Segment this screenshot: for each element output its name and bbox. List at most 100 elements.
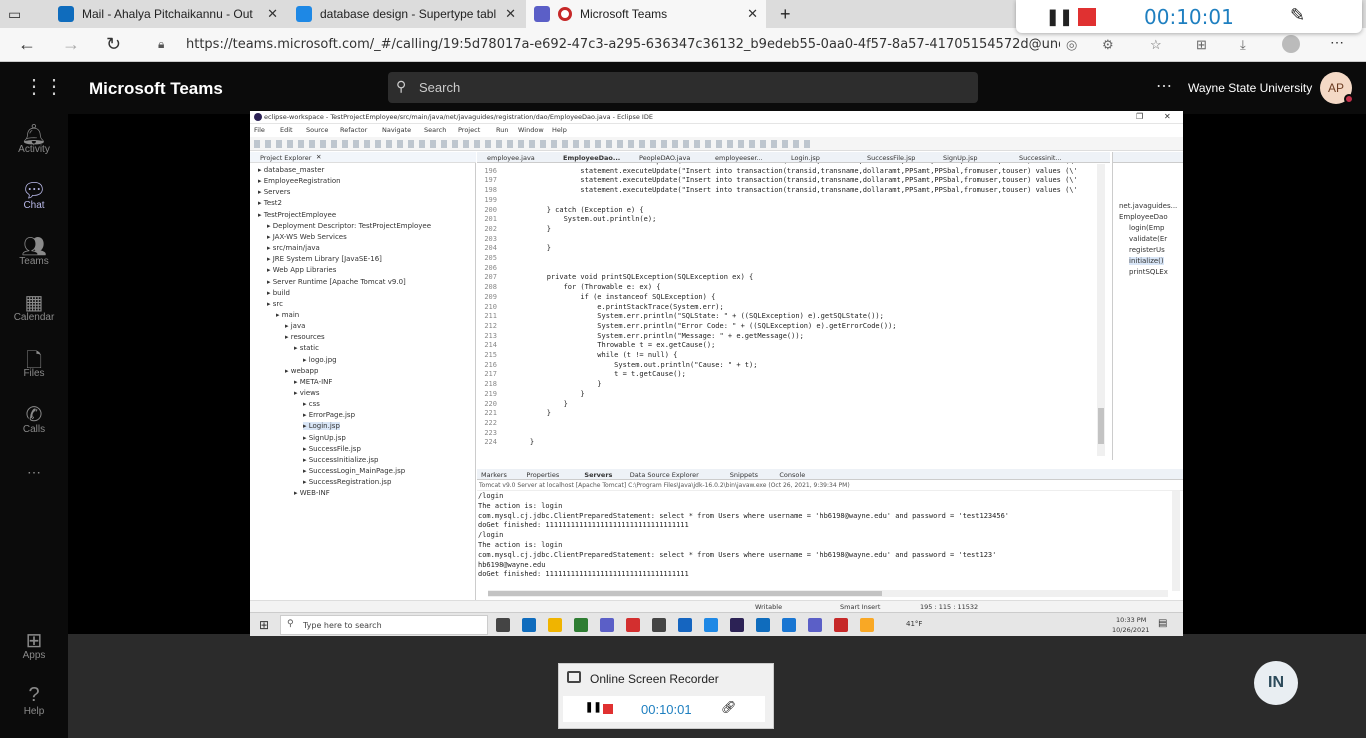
tree-item[interactable]: ▸ Server Runtime [Apache Tomcat v9.0] — [267, 278, 406, 286]
bottom-tab[interactable]: Properties — [526, 471, 559, 481]
menu-item[interactable]: Help — [552, 126, 567, 134]
menu-item[interactable]: Search — [424, 126, 446, 134]
taskbar-app-icon[interactable] — [860, 618, 874, 632]
collections-icon[interactable]: ⊞ — [1196, 37, 1207, 53]
rail-item-teams[interactable]: 👥︎ Teams — [0, 234, 68, 267]
outline-item[interactable]: validate(Er — [1129, 235, 1167, 243]
download-icon[interactable]: ⤓ — [1240, 37, 1246, 53]
stop-icon[interactable] — [603, 704, 613, 714]
more-icon[interactable]: ⋯ — [1156, 76, 1172, 96]
pen-icon[interactable]: ✎ — [1290, 5, 1305, 26]
code-area[interactable]: 195 statement.executeUpdate("Insert into… — [477, 163, 1097, 455]
taskbar-app-icon[interactable] — [782, 618, 796, 632]
taskbar-app-icon[interactable] — [496, 618, 510, 632]
close-icon[interactable]: ✕ — [267, 6, 278, 22]
tree-item[interactable]: ▸ views — [294, 389, 320, 397]
console-scrollbar[interactable] — [1172, 491, 1180, 591]
pause-icon[interactable]: ❚❚ — [585, 702, 602, 713]
tree-item[interactable]: ▸ Login.jsp — [303, 422, 340, 431]
tree-item[interactable]: ▸ css — [303, 400, 320, 408]
org-name[interactable]: Wayne State University — [1188, 81, 1312, 95]
search-input[interactable]: ⚲ Search — [388, 72, 978, 103]
taskbar-app-icon[interactable] — [574, 618, 588, 632]
tree-item[interactable]: ▸ static — [294, 344, 319, 352]
taskbar-app-icon[interactable] — [600, 618, 614, 632]
tree-item[interactable]: ▸ JRE System Library [JavaSE-16] — [267, 255, 382, 263]
outline-item[interactable]: printSQLEx — [1129, 268, 1168, 276]
back-icon[interactable]: ← — [18, 34, 36, 55]
bottom-tab[interactable]: Servers — [584, 471, 612, 481]
tree-item[interactable]: ▸ src — [267, 300, 283, 308]
menu-item[interactable]: Navigate — [382, 126, 411, 134]
hscroll-thumb[interactable] — [488, 591, 882, 596]
tab-database[interactable]: database design - Supertype tabl ✕ — [288, 0, 524, 28]
close-icon[interactable]: ✕ — [1164, 112, 1171, 121]
notification-icon[interactable]: ▤ — [1158, 618, 1167, 629]
favorites-icon[interactable]: ☆ — [1150, 37, 1162, 53]
outline-item[interactable]: initialize() — [1129, 257, 1164, 265]
url-input[interactable]: https://teams.microsoft.com/_#/calling/1… — [150, 32, 1060, 58]
bottom-tab[interactable]: Markers — [481, 471, 507, 481]
tree-item[interactable]: ▸ Deployment Descriptor: TestProjectEmpl… — [267, 222, 431, 230]
tree-item[interactable]: ▸ build — [267, 289, 290, 297]
rail-item-files[interactable]: 🗋 Files — [0, 346, 68, 379]
taskbar-app-icon[interactable] — [704, 618, 718, 632]
more-icon[interactable]: ⋯ — [1330, 34, 1344, 51]
taskbar-app-icon[interactable] — [730, 618, 744, 632]
tree-item[interactable]: ▸ EmployeeRegistration — [258, 177, 341, 185]
new-tab-button[interactable]: + — [772, 0, 802, 28]
tree-item[interactable]: ▸ SuccessInitialize.jsp — [303, 456, 378, 464]
close-icon[interactable]: ✕ — [747, 6, 758, 22]
outline-item[interactable]: net.javaguides... — [1119, 202, 1177, 210]
taskbar-app-icon[interactable] — [548, 618, 562, 632]
menu-item[interactable]: Project — [458, 126, 480, 134]
taskbar-app-icon[interactable] — [652, 618, 666, 632]
taskbar-search-input[interactable]: ⚲ Type here to search — [280, 615, 488, 635]
tree-item[interactable]: ▸ webapp — [285, 367, 318, 375]
menu-item[interactable]: Refactor — [340, 126, 367, 134]
close-icon[interactable]: ✕ — [316, 153, 321, 161]
more-apps-button[interactable]: ⋯ — [0, 464, 68, 481]
tree-item[interactable]: ▸ database_master — [258, 166, 324, 174]
menu-item[interactable]: File — [254, 126, 265, 134]
tree-item[interactable]: ▸ META-INF — [294, 378, 332, 386]
tab-teams[interactable]: Microsoft Teams ✕ — [526, 0, 766, 28]
tree-item[interactable]: ▸ TestProjectEmployee — [258, 211, 336, 219]
bottom-tab[interactable]: Console — [779, 471, 805, 481]
rail-item-chat[interactable]: 💬︎ Chat — [0, 178, 68, 211]
tree-item[interactable]: ▸ Test2 — [258, 199, 282, 207]
outline-item[interactable]: registerUs — [1129, 246, 1165, 254]
bottom-tab[interactable]: Data Source Explorer — [630, 471, 699, 481]
profile-icon[interactable] — [1282, 35, 1300, 53]
editor-scrollbar[interactable] — [1097, 164, 1105, 456]
link-icon[interactable]: 🔗︎ — [721, 700, 736, 714]
forward-icon[interactable]: → — [62, 34, 80, 55]
outline-item[interactable]: login(Emp — [1129, 224, 1164, 232]
maximize-icon[interactable]: ❐ — [1136, 112, 1143, 121]
mic-icon[interactable]: ◎ — [1066, 37, 1077, 53]
tree-item[interactable]: ▸ SuccessRegistration.jsp — [303, 478, 391, 486]
taskbar-app-icon[interactable] — [626, 618, 640, 632]
refresh-icon[interactable]: ↻ — [106, 34, 121, 55]
tree-item[interactable]: ▸ Web App Libraries — [267, 266, 336, 274]
rail-item-calendar[interactable]: ▦ Calendar — [0, 290, 68, 323]
tree-item[interactable]: ▸ SignUp.jsp — [303, 434, 346, 442]
tab-mail[interactable]: Mail - Ahalya Pitchaikannu - Out ✕ — [50, 0, 286, 28]
menu-item[interactable]: Source — [306, 126, 328, 134]
rail-item-calls[interactable]: ✆ Calls — [0, 402, 68, 435]
participant-avatar[interactable]: IN — [1254, 661, 1298, 705]
menu-item[interactable]: Window — [518, 126, 544, 134]
toolbar-icons[interactable] — [254, 140, 814, 148]
rail-item-apps[interactable]: ⊞ Apps — [0, 628, 68, 661]
tree-item[interactable]: ▸ main — [276, 311, 299, 319]
menu-item[interactable]: Edit — [280, 126, 293, 134]
taskbar-app-icon[interactable] — [756, 618, 770, 632]
tree-item[interactable]: ▸ src/main/java — [267, 244, 320, 252]
menu-item[interactable]: Run — [496, 126, 508, 134]
close-icon[interactable]: ✕ — [505, 6, 516, 22]
tree-item[interactable]: ▸ resources — [285, 333, 325, 341]
tree-item[interactable]: ▸ ErrorPage.jsp — [303, 411, 355, 419]
tree-item[interactable]: ▸ logo.jpg — [303, 356, 337, 364]
app-launcher-icon[interactable]: ⋮⋮ — [24, 74, 64, 99]
tree-item[interactable]: ▸ WEB-INF — [294, 489, 330, 497]
